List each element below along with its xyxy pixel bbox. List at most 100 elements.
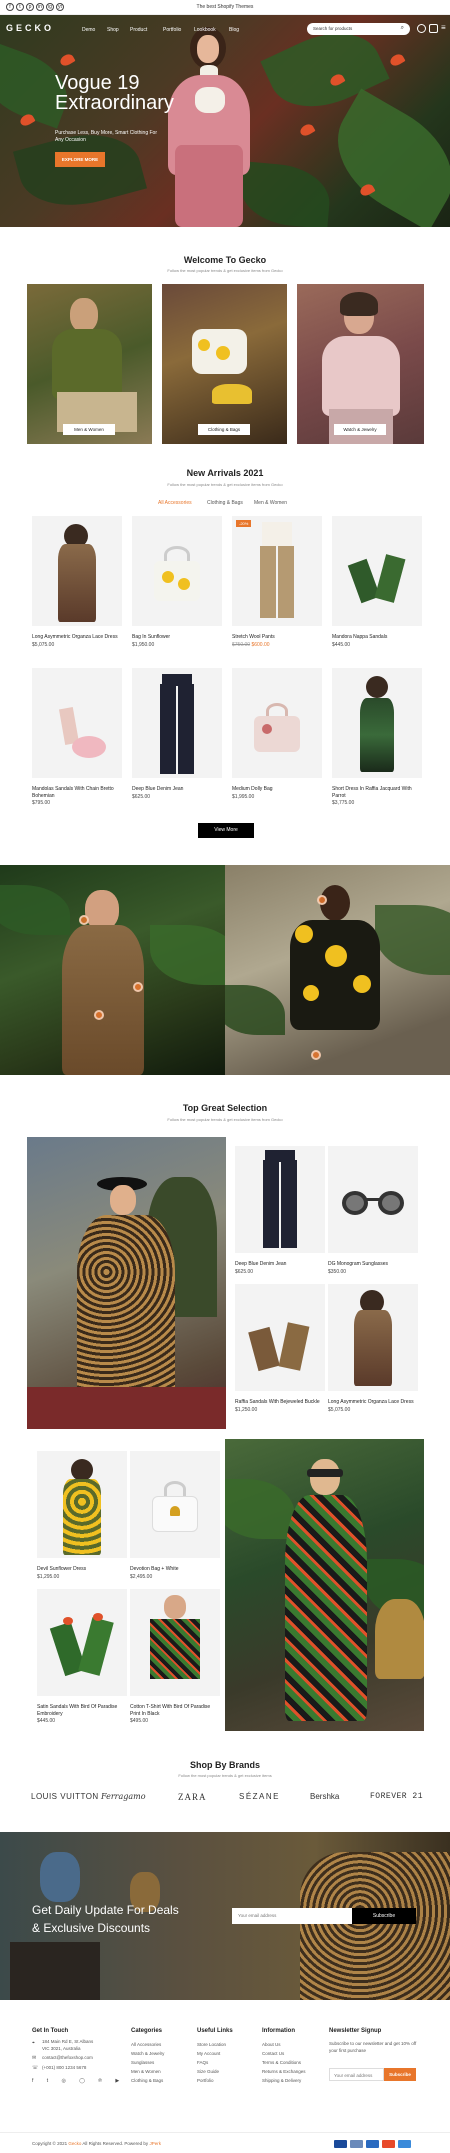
search-input[interactable]: Search for products ⌕ xyxy=(307,23,410,35)
product-image[interactable] xyxy=(32,516,122,626)
product-name[interactable]: Devil Sunflower Dress xyxy=(37,1566,127,1573)
brand-forever21[interactable]: FOREVER 21 xyxy=(370,1792,423,1801)
product-name[interactable]: Deep Blue Denim Jean xyxy=(132,786,222,793)
footer-link[interactable]: Portfolio xyxy=(197,2076,226,2085)
product-name[interactable]: Short Dress In Raffia Jacquard With Parr… xyxy=(332,786,422,799)
footer-link[interactable]: Store Location xyxy=(197,2040,226,2049)
copyright-vendor[interactable]: JPerk xyxy=(149,2141,161,2146)
nav-shop[interactable]: Shop xyxy=(107,27,119,33)
product-name[interactable]: Raffia Sandals With Bejeweled Buckle xyxy=(235,1399,325,1406)
footer-link[interactable]: About Us xyxy=(262,2040,306,2049)
view-more-button[interactable]: View More xyxy=(198,823,254,838)
nav-lookbook[interactable]: Lookbook xyxy=(194,27,216,33)
brand-sezane[interactable]: SÉZANE xyxy=(239,1792,280,1801)
footer-link[interactable]: Size Guide xyxy=(197,2067,226,2076)
footer-link[interactable]: Shipping & Delivery xyxy=(262,2076,306,2085)
product-image[interactable] xyxy=(332,668,422,778)
product-name[interactable]: Satin Sandals With Bird Of Paradise Embr… xyxy=(37,1704,127,1717)
product-name[interactable]: Long Asymmetric Organza Lace Dress xyxy=(328,1399,418,1406)
footer-link[interactable]: Men & Women xyxy=(131,2067,164,2076)
nav-portfolio[interactable]: Portfolio xyxy=(163,27,181,33)
product-card[interactable]: Short Dress In Raffia Jacquard With Parr… xyxy=(332,668,422,806)
brand-ferragamo[interactable]: Ferragamo xyxy=(101,1792,146,1801)
nav-demo[interactable]: Demo xyxy=(82,27,95,33)
footer-link[interactable]: My Account xyxy=(197,2049,226,2058)
product-name[interactable]: Stretch Wool Pants xyxy=(232,634,322,641)
product-image[interactable] xyxy=(130,1589,220,1696)
product-name[interactable]: DG Monogram Sunglasses xyxy=(328,1261,418,1268)
product-card[interactable]: Raffia Sandals With Bejeweled Buckle $1,… xyxy=(235,1284,325,1413)
footer-subscribe-button[interactable]: Subscribe xyxy=(384,2068,416,2081)
account-icon[interactable] xyxy=(417,24,426,33)
product-card[interactable]: Satin Sandals With Bird Of Paradise Embr… xyxy=(37,1589,127,1724)
product-name[interactable]: Long Asymmetric Organza Lace Dress xyxy=(32,634,122,641)
product-name[interactable]: Medium Dolly Bag xyxy=(232,786,322,793)
product-name[interactable]: Bag In Sunflower xyxy=(132,634,222,641)
footer-link[interactable]: Contact Us xyxy=(262,2049,306,2058)
product-card[interactable]: Devil Sunflower Dress $1,295.00 xyxy=(37,1451,127,1580)
footer-link[interactable]: Terms & Conditions xyxy=(262,2058,306,2067)
product-image[interactable] xyxy=(130,1451,220,1558)
product-image[interactable] xyxy=(232,668,322,778)
footer-link[interactable]: Sunglasses xyxy=(131,2058,164,2067)
tab-all-accessories[interactable]: All Accessories xyxy=(158,500,192,506)
product-image[interactable] xyxy=(37,1451,127,1558)
product-image[interactable] xyxy=(235,1146,325,1253)
footer-phone[interactable]: (+001) 800 1234 5678 xyxy=(42,2063,86,2072)
product-card[interactable]: Mandolas Sandals With Chain Bretto Bohem… xyxy=(32,668,122,806)
category-label-watch-jewelry[interactable]: Watch & Jewelry xyxy=(334,424,386,435)
footer-email[interactable]: contact@thefoxshop.com xyxy=(42,2053,93,2062)
footer-email-input[interactable]: Your email address xyxy=(329,2068,384,2081)
footer-link[interactable]: All Accessories xyxy=(131,2040,164,2049)
brand-louis-vuitton[interactable]: LOUIS VUITTON xyxy=(31,1792,99,1801)
category-label-clothing-bags[interactable]: Clothing & Bags xyxy=(198,424,250,435)
product-card[interactable]: Mandora Nappa Sandals $445.00 xyxy=(332,516,422,648)
product-name[interactable]: Mandora Nappa Sandals xyxy=(332,634,422,641)
tab-men-women[interactable]: Men & Women xyxy=(254,500,287,506)
product-card[interactable]: Cotton T-Shirt With Bird Of Paradise Pri… xyxy=(130,1589,220,1724)
lookbook-hotspot[interactable] xyxy=(317,895,327,905)
footer-link[interactable]: Returns & Exchanges xyxy=(262,2067,306,2076)
product-card[interactable]: Long Asymmetric Organza Lace Dress $5,07… xyxy=(328,1284,418,1413)
explore-more-button[interactable]: EXPLORE MORE xyxy=(55,152,105,167)
newsletter-email-input[interactable]: Your email address xyxy=(232,1908,352,1924)
category-clothing-bags-image[interactable] xyxy=(162,284,287,444)
cart-icon[interactable] xyxy=(429,24,438,33)
search-icon[interactable]: ⌕ xyxy=(401,25,404,32)
product-name[interactable]: Cotton T-Shirt With Bird Of Paradise Pri… xyxy=(130,1704,220,1717)
product-image[interactable] xyxy=(328,1146,418,1253)
category-men-women-image[interactable] xyxy=(27,284,152,444)
product-name[interactable]: Mandolas Sandals With Chain Bretto Bohem… xyxy=(32,786,122,799)
brand-zara[interactable]: ZARA xyxy=(178,1792,207,1802)
newsletter-subscribe-button[interactable]: Subscribe xyxy=(352,1908,416,1924)
lookbook-hotspot[interactable] xyxy=(94,1010,104,1020)
footer-link[interactable]: Watch & Jewelry xyxy=(131,2049,164,2058)
footer-link[interactable]: FAQs xyxy=(197,2058,226,2067)
product-card[interactable]: Devotion Bag + White $2,495.00 xyxy=(130,1451,220,1580)
product-image[interactable] xyxy=(328,1284,418,1391)
brand-bershka[interactable]: Bershka xyxy=(310,1792,339,1801)
tab-clothing-bags[interactable]: Clothing & Bags xyxy=(207,500,243,506)
product-card[interactable]: Long Asymmetric Organza Lace Dress $5,07… xyxy=(32,516,122,648)
product-card[interactable]: DG Monogram Sunglasses $350.00 xyxy=(328,1146,418,1275)
lookbook-hotspot[interactable] xyxy=(311,1050,321,1060)
lookbook-hotspot[interactable] xyxy=(133,982,143,992)
menu-icon[interactable]: ≡ xyxy=(441,24,447,33)
footer-link[interactable]: Clothing & Bags xyxy=(131,2076,164,2085)
product-card[interactable]: Medium Dolly Bag $1,995.00 xyxy=(232,668,322,800)
product-card[interactable]: Deep Blue Denim Jean $625.00 xyxy=(235,1146,325,1275)
lookbook-hotspot[interactable] xyxy=(79,915,89,925)
product-card[interactable]: Bag In Sunflower $1,950.00 xyxy=(132,516,222,648)
footer-social-icons[interactable]: f t ◎ ◯ ℗ ▶ xyxy=(32,2078,125,2084)
product-card[interactable]: -20% Stretch Wool Pants $750.00 $600.00 xyxy=(232,516,322,648)
product-image[interactable]: -20% xyxy=(232,516,322,626)
product-name[interactable]: Devotion Bag + White xyxy=(130,1566,220,1573)
nav-product[interactable]: Product xyxy=(130,27,147,33)
product-name[interactable]: Deep Blue Denim Jean xyxy=(235,1261,325,1268)
category-watch-jewelry-image[interactable] xyxy=(297,284,424,444)
product-image[interactable] xyxy=(32,668,122,778)
copyright-brand[interactable]: Gecko xyxy=(68,2141,81,2146)
product-image[interactable] xyxy=(132,668,222,778)
nav-blog[interactable]: Blog xyxy=(229,27,239,33)
product-image[interactable] xyxy=(235,1284,325,1391)
